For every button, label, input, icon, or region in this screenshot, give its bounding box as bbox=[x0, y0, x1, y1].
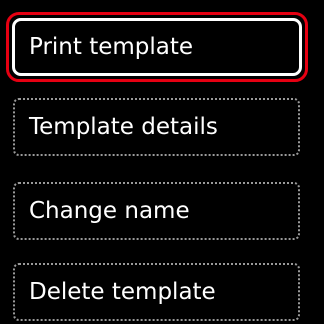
template-details-button[interactable]: Template details bbox=[13, 98, 300, 156]
delete-template-button[interactable]: Delete template bbox=[13, 263, 300, 321]
print-template-label: Print template bbox=[12, 18, 302, 76]
change-name-button[interactable]: Change name bbox=[13, 182, 300, 240]
print-template-button[interactable]: Print template bbox=[6, 12, 308, 82]
template-menu: Print template Template details Change n… bbox=[0, 0, 324, 324]
